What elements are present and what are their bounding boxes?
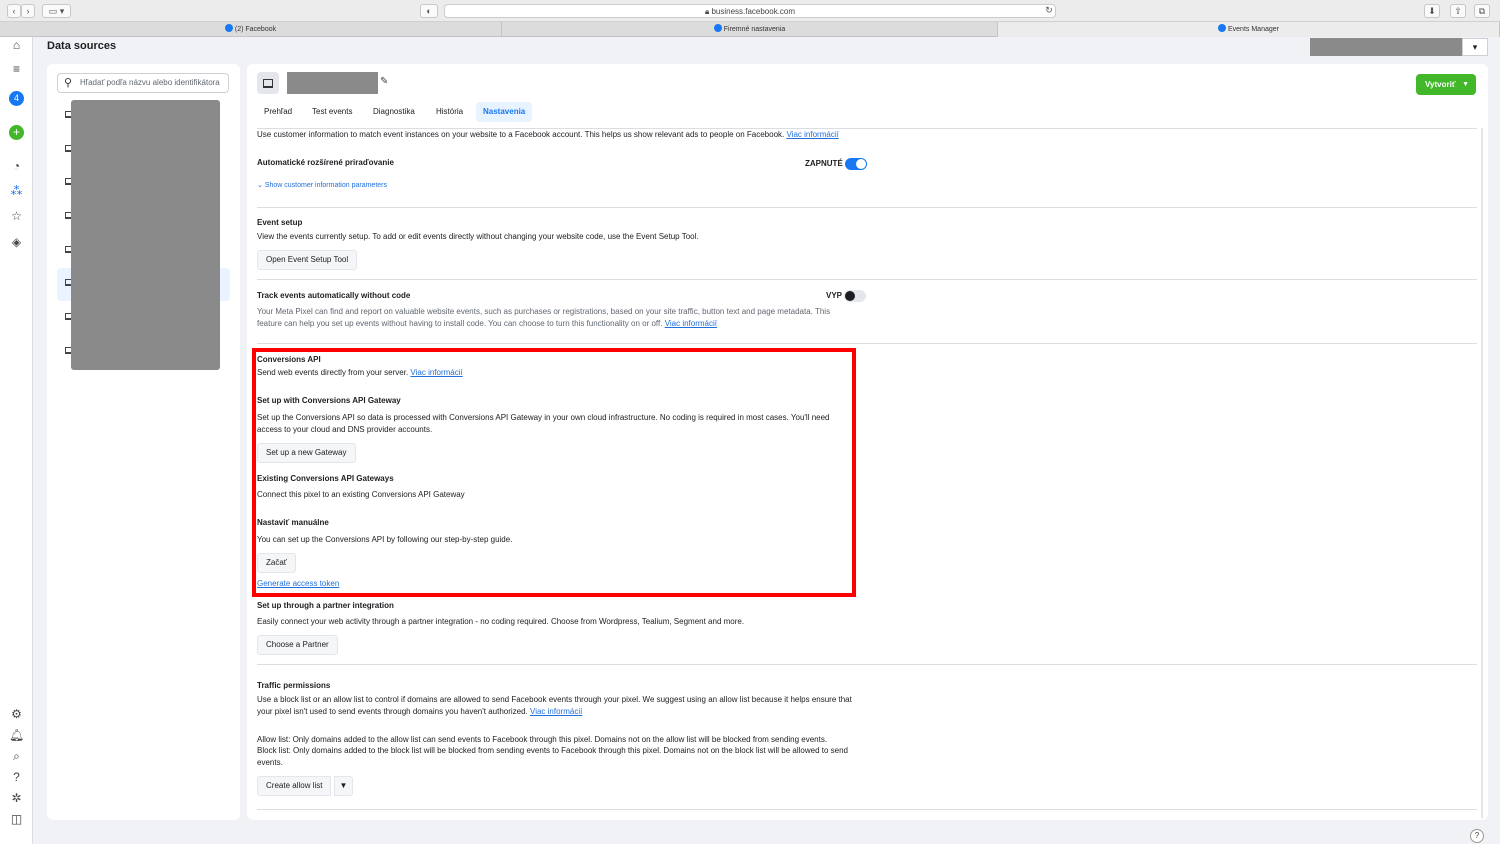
handshake-icon[interactable]: ◈ xyxy=(9,235,24,250)
search-icon: ⚲ xyxy=(64,77,73,89)
block-list-desc-1: Block list: Only domains added to the bl… xyxy=(257,746,848,755)
account-avatar-icon[interactable]: 4 xyxy=(9,91,24,106)
caret-down-icon: ▼ xyxy=(339,781,348,790)
help-icon[interactable]: ? xyxy=(9,770,24,785)
tab-history[interactable]: História xyxy=(429,102,470,122)
home-icon[interactable]: ⌂ xyxy=(9,38,24,53)
pixel-settings-panel: ✎ Vytvoriť ▼ Prehľad Test events Diagnost… xyxy=(247,64,1488,820)
tab-events-manager[interactable]: Events Manager xyxy=(998,22,1500,37)
chevron-down-icon[interactable]: ▾ xyxy=(1462,38,1488,56)
tab-facebook[interactable]: (2) Facebook xyxy=(0,22,502,37)
page-title: Data sources xyxy=(47,40,117,52)
auto-matching-toggle[interactable] xyxy=(845,158,867,170)
redacted-pixel-name xyxy=(287,72,378,94)
auto-matching-state: ZAPNUTÉ xyxy=(805,159,843,168)
bell-icon[interactable]: 🔔︎ xyxy=(9,728,24,743)
url-bar[interactable]: 🔒︎ business.facebook.com xyxy=(444,4,1056,18)
facebook-icon xyxy=(713,24,722,32)
divider xyxy=(257,279,1477,280)
settings-gear-icon[interactable]: ⚙ xyxy=(9,707,24,722)
share-icon[interactable]: ⇧ xyxy=(1450,4,1466,18)
panel-icon[interactable]: ◫ xyxy=(9,812,24,827)
reload-icon[interactable]: ↻ xyxy=(1043,4,1055,18)
pencil-icon[interactable]: ✎ xyxy=(380,76,388,87)
facebook-icon xyxy=(1218,24,1226,32)
scrollbar[interactable] xyxy=(1481,128,1483,818)
menu-icon[interactable]: ≡ xyxy=(9,62,24,77)
partner-title: Set up through a partner integration xyxy=(257,601,394,610)
create-button[interactable]: Vytvoriť ▼ xyxy=(1416,74,1476,95)
laptop-icon xyxy=(257,72,279,94)
lock-icon: 🔒︎ xyxy=(704,7,710,16)
redacted-source-names xyxy=(71,100,220,370)
allow-list-dropdown[interactable]: ▼ xyxy=(334,776,353,796)
left-nav: ⌂ ≡ 4 + ◔ ⁂ ☆ ◈ ⚙ 🔔︎ ⌕ ? ✲ ◫ xyxy=(0,37,33,844)
tab-diagnostics[interactable]: Diagnostika xyxy=(366,102,422,122)
block-list-desc-2: events. xyxy=(257,758,283,767)
browser-toolbar: ‹ › ▭ ▾ ◐ 🔒︎ business.facebook.com ↻ ⬇ ⇧… xyxy=(0,0,1500,22)
event-setup-title: Event setup xyxy=(257,218,303,227)
divider xyxy=(257,664,1477,665)
download-icon[interactable]: ⬇ xyxy=(1424,4,1440,18)
event-setup-desc: View the events currently setup. To add … xyxy=(257,232,699,241)
bug-icon[interactable]: ✲ xyxy=(9,791,24,806)
sidebar-toggle-icon[interactable]: ▭ ▾ xyxy=(42,4,71,18)
support-icon[interactable]: ? xyxy=(1470,829,1484,843)
traffic-desc-1: Use a block list or an allow list to con… xyxy=(257,695,852,704)
track-events-toggle[interactable] xyxy=(844,290,866,302)
tab-overview[interactable]: Prehľad xyxy=(257,102,299,122)
traffic-title: Traffic permissions xyxy=(257,681,331,690)
customer-info-desc: Use customer information to match event … xyxy=(257,130,839,139)
more-info-link[interactable]: Viac informácií xyxy=(530,707,582,716)
search-icon[interactable]: ⌕ xyxy=(9,749,24,764)
star-icon[interactable]: ☆ xyxy=(9,209,24,224)
browser-tabs: (2) Facebook Firemné nastavenia Events M… xyxy=(0,22,1500,37)
partner-desc: Easily connect your web activity through… xyxy=(257,617,745,626)
events-manager-icon[interactable]: ⁂ xyxy=(9,184,24,199)
divider xyxy=(257,809,1477,810)
tab-settings[interactable]: Nastavenia xyxy=(476,102,533,122)
show-params-link[interactable]: ⌄ Show customer information parameters xyxy=(257,180,387,192)
data-source-list: ⚲ Hľadať podľa názvu alebo identifikátor… xyxy=(47,64,240,820)
highlight-box xyxy=(252,348,856,597)
add-icon[interactable]: + xyxy=(9,125,24,140)
track-events-state: VYP xyxy=(826,291,843,300)
tab-business-settings[interactable]: Firemné nastavenia xyxy=(502,22,998,37)
choose-partner-button[interactable]: Choose a Partner xyxy=(257,635,338,655)
track-events-title: Track events automatically without code xyxy=(257,291,411,300)
more-info-link[interactable]: Viac informácií xyxy=(665,319,717,328)
chevron-down-icon: ⌄ xyxy=(257,182,263,189)
divider xyxy=(257,207,1477,208)
search-placeholder: Hľadať podľa názvu alebo identifikátora xyxy=(80,78,220,87)
track-events-desc-1: Your Meta Pixel can find and report on v… xyxy=(257,307,831,316)
back-icon[interactable]: ‹ xyxy=(7,4,21,18)
privacy-icon[interactable]: ◐ xyxy=(420,4,438,18)
search-input[interactable]: ⚲ Hľadať podľa názvu alebo identifikátor… xyxy=(57,73,229,93)
divider xyxy=(257,343,1477,344)
facebook-icon xyxy=(224,24,233,32)
track-events-desc-2: feature can help you set up events witho… xyxy=(257,319,718,328)
account-selector[interactable] xyxy=(1310,38,1462,56)
dashboard-icon[interactable]: ◔ xyxy=(9,159,24,174)
url-text: business.facebook.com xyxy=(711,7,796,16)
open-event-setup-button[interactable]: Open Event Setup Tool xyxy=(257,250,358,270)
chevron-down-icon: ▼ xyxy=(1462,81,1469,88)
tab-test-events[interactable]: Test events xyxy=(305,102,359,122)
auto-matching-title: Automatické rozšírené priraďovanie xyxy=(257,158,394,167)
more-info-link[interactable]: Viac informácií xyxy=(787,130,839,139)
traffic-desc-2: your pixel isn't used to send events thr… xyxy=(257,707,583,716)
forward-icon[interactable]: › xyxy=(21,4,35,18)
create-allow-list-button[interactable]: Create allow list xyxy=(257,776,332,796)
new-tab-icon[interactable]: ⧉ xyxy=(1474,4,1490,18)
